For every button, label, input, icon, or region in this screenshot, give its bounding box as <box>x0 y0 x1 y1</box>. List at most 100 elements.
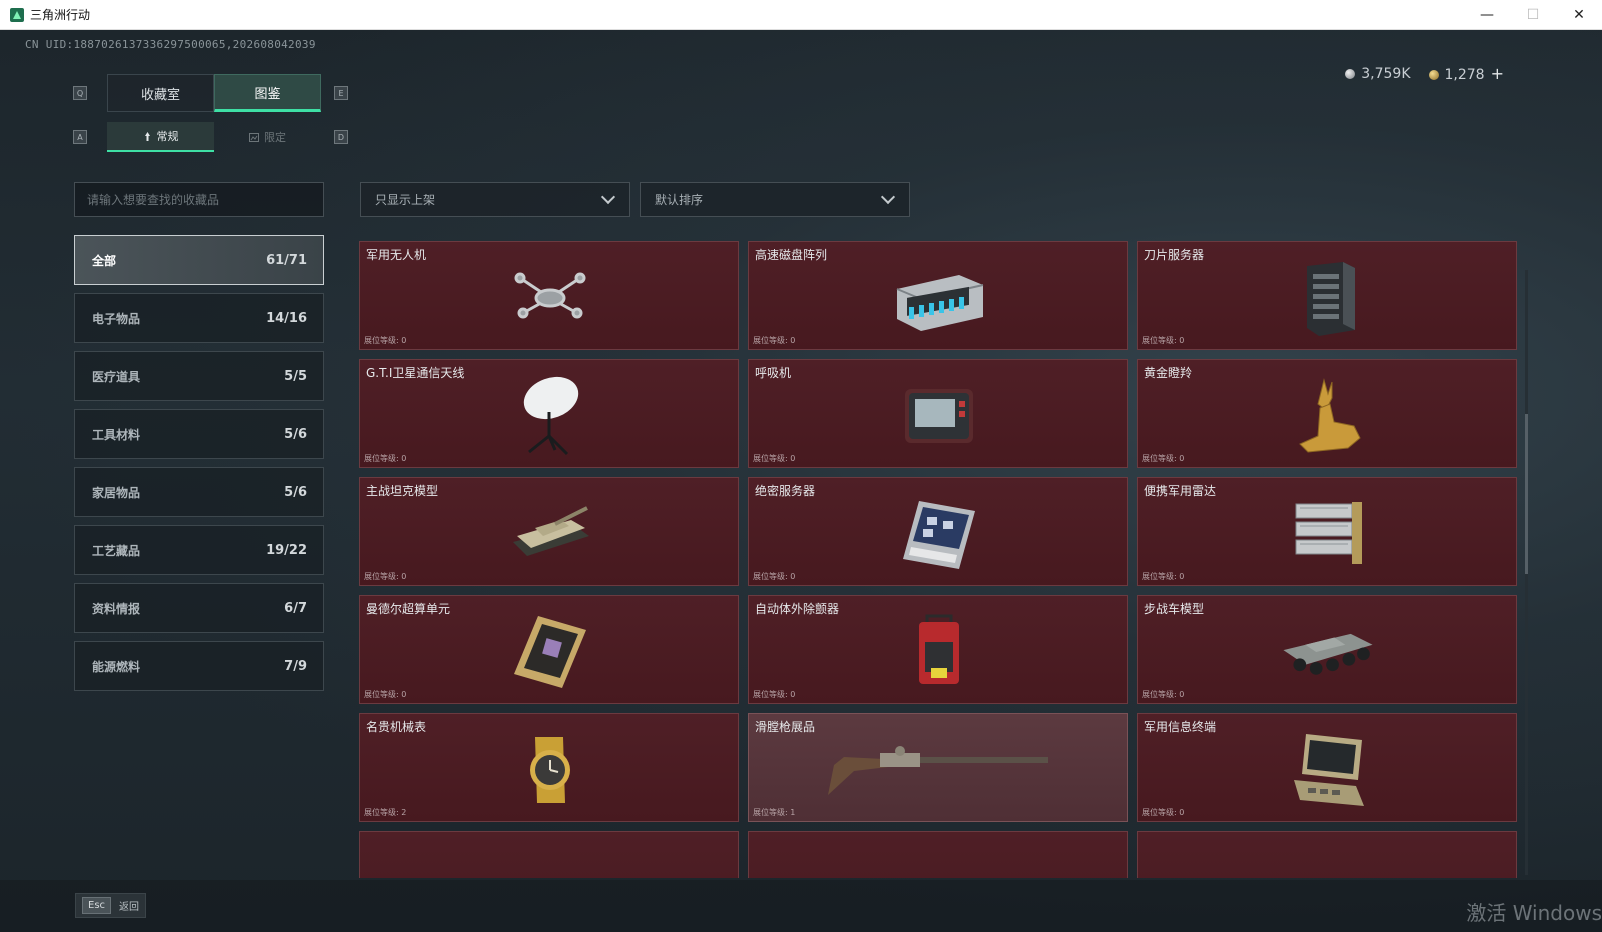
item-card[interactable]: 滑膛枪展品 展位等级: 1 <box>748 713 1128 822</box>
gold-gazelle-icon <box>1278 376 1378 456</box>
defibrillator-icon <box>889 612 989 692</box>
currency-bar: 3,759K 1,278 + <box>1345 64 1504 83</box>
item-card[interactable]: 绝密服务器 展位等级: 0 <box>748 477 1128 586</box>
ventilator-icon <box>889 376 989 456</box>
chevron-down-icon <box>880 189 896 205</box>
watch-icon <box>500 730 600 810</box>
tab-limited[interactable]: 限定 <box>214 122 321 152</box>
category-count: 19/22 <box>266 542 307 558</box>
item-name: 自动体外除颤器 <box>755 602 840 616</box>
item-level: 展位等级: 1 <box>753 808 796 817</box>
item-card[interactable]: 刀片服务器 展位等级: 0 <box>1137 241 1517 350</box>
category-label: 能源燃料 <box>92 659 141 674</box>
maximize-button[interactable]: ☐ <box>1510 0 1556 30</box>
category-all[interactable]: 全部 61/71 <box>74 235 324 285</box>
item-level: 展位等级: 0 <box>753 690 796 699</box>
disk-array-icon <box>889 258 989 338</box>
regular-icon <box>144 131 150 141</box>
category-electronics[interactable]: 电子物品 14/16 <box>74 293 324 343</box>
category-count: 6/7 <box>284 600 307 616</box>
back-button[interactable]: Esc 返回 <box>75 893 147 918</box>
category-count: 5/5 <box>284 368 307 384</box>
item-name: 主战坦克模型 <box>366 484 439 498</box>
item-card[interactable] <box>359 831 739 878</box>
key-hint-e[interactable]: E <box>334 86 348 100</box>
minimize-button[interactable]: — <box>1464 0 1510 30</box>
item-card[interactable]: 步战车模型 展位等级: 0 <box>1137 595 1517 704</box>
silver-amount: 3,759K <box>1361 65 1411 82</box>
item-card[interactable]: 自动体外除颤器 展位等级: 0 <box>748 595 1128 704</box>
gold-currency: 1,278 + <box>1428 64 1504 83</box>
limited-icon <box>249 132 259 142</box>
item-level: 展位等级: 0 <box>1142 336 1185 345</box>
item-name: 名贵机械表 <box>366 720 427 734</box>
key-hint-q[interactable]: Q <box>73 86 87 100</box>
item-name: 军用无人机 <box>366 248 427 262</box>
item-level: 展位等级: 0 <box>753 454 796 463</box>
item-card[interactable]: 军用信息终端 展位等级: 0 <box>1137 713 1517 822</box>
item-name: G.T.I卫星通信天线 <box>366 366 465 380</box>
item-level: 展位等级: 0 <box>1142 572 1185 581</box>
category-intel[interactable]: 资料情报 6/7 <box>74 583 324 633</box>
sub-tabs: 常规 限定 <box>107 122 321 152</box>
tank-model-icon <box>500 494 600 574</box>
key-hint-a[interactable]: A <box>73 130 87 144</box>
category-energy[interactable]: 能源燃料 7/9 <box>74 641 324 691</box>
item-card[interactable]: 名贵机械表 展位等级: 2 <box>359 713 739 822</box>
item-card[interactable]: 呼吸机 展位等级: 0 <box>748 359 1128 468</box>
tab-regular-label: 常规 <box>156 130 179 143</box>
category-household[interactable]: 家居物品 5/6 <box>74 467 324 517</box>
search-input[interactable] <box>74 182 324 217</box>
item-card[interactable] <box>748 831 1128 878</box>
item-level: 展位等级: 0 <box>1142 808 1185 817</box>
category-tools[interactable]: 工具材料 5/6 <box>74 409 324 459</box>
item-card[interactable]: 便携军用雷达 展位等级: 0 <box>1137 477 1517 586</box>
category-medical[interactable]: 医疗道具 5/5 <box>74 351 324 401</box>
sort-dropdown[interactable]: 默认排序 <box>640 182 910 217</box>
item-card[interactable]: 军用无人机 展位等级: 0 <box>359 241 739 350</box>
grid-scrollbar-thumb[interactable] <box>1525 414 1528 574</box>
item-level: 展位等级: 0 <box>1142 690 1185 699</box>
ifv-model-icon <box>1278 612 1378 692</box>
chevron-down-icon <box>600 189 616 205</box>
item-name: 滑膛枪展品 <box>755 720 816 734</box>
musket-icon <box>819 730 1059 810</box>
blade-server-icon <box>1278 258 1378 338</box>
category-list: 全部 61/71 电子物品 14/16 医疗道具 5/5 工具材料 5/6 家居物品 5/… <box>74 235 324 699</box>
item-card[interactable]: 黄金瞪羚 展位等级: 0 <box>1137 359 1517 468</box>
category-count: 5/6 <box>284 484 307 500</box>
item-name: 步战车模型 <box>1144 602 1205 616</box>
shelf-filter-dropdown[interactable]: 只显示上架 <box>360 182 630 217</box>
gold-amount: 1,278 <box>1444 67 1485 83</box>
sort-value: 默认排序 <box>655 193 704 207</box>
item-card[interactable]: 曼德尔超算单元 展位等级: 0 <box>359 595 739 704</box>
key-hint-d[interactable]: D <box>334 130 348 144</box>
item-name: 高速磁盘阵列 <box>755 248 828 262</box>
back-label: 返回 <box>119 902 140 913</box>
item-card[interactable]: G.T.I卫星通信天线 展位等级: 0 <box>359 359 739 468</box>
tab-collection-room[interactable]: 收藏室 <box>107 74 214 112</box>
info-terminal-icon <box>1278 730 1378 810</box>
add-currency-button[interactable]: + <box>1491 64 1504 83</box>
close-button[interactable]: ✕ <box>1556 0 1602 30</box>
item-card[interactable] <box>1137 831 1517 878</box>
item-grid-viewport: 军用无人机 展位等级: 0 高速磁盘阵列 展位等级: 0 刀片服务器 展位等级:… <box>359 241 1519 878</box>
silver-currency: 3,759K <box>1345 65 1411 82</box>
game-viewport: CN UID:1887026137336297500065,2026080420… <box>0 30 1602 932</box>
tab-catalog[interactable]: 图鉴 <box>214 74 321 112</box>
item-level: 展位等级: 0 <box>364 690 407 699</box>
player-uid: CN UID:1887026137336297500065,2026080420… <box>25 38 316 51</box>
satellite-dish-icon <box>500 376 600 456</box>
category-count: 5/6 <box>284 426 307 442</box>
item-card[interactable]: 主战坦克模型 展位等级: 0 <box>359 477 739 586</box>
drone-icon <box>500 258 600 338</box>
category-crafts[interactable]: 工艺藏品 19/22 <box>74 525 324 575</box>
item-card[interactable]: 高速磁盘阵列 展位等级: 0 <box>748 241 1128 350</box>
category-count: 7/9 <box>284 658 307 674</box>
item-name: 绝密服务器 <box>755 484 816 498</box>
tab-regular[interactable]: 常规 <box>107 122 214 152</box>
item-name: 便携军用雷达 <box>1144 484 1217 498</box>
item-name: 军用信息终端 <box>1144 720 1217 734</box>
footer-bar <box>0 880 1602 932</box>
item-name: 呼吸机 <box>755 366 792 380</box>
